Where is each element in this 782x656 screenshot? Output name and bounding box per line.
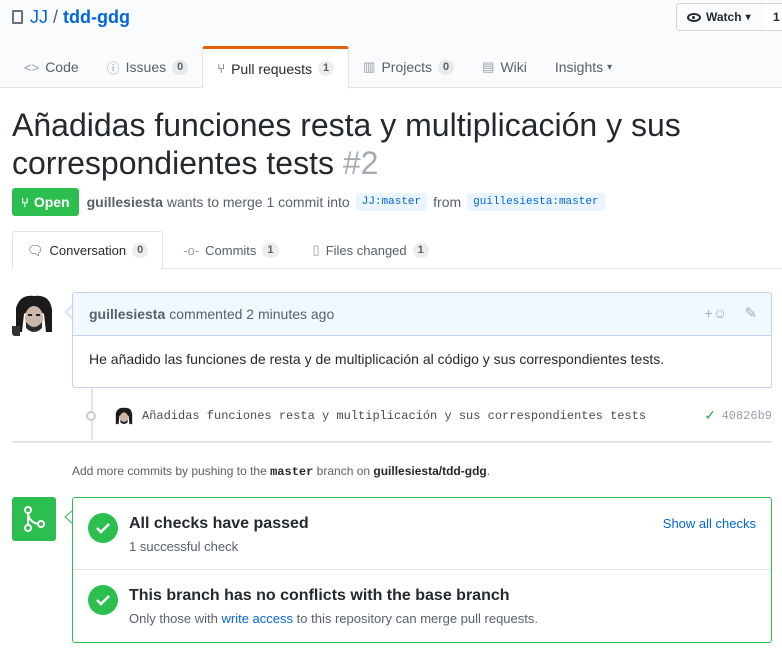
hint-middle: branch on [316,464,371,478]
tab-projects[interactable]: ▥ Projects 0 [349,46,468,88]
tab-label: Insights [554,59,604,75]
check-icon[interactable]: ✓ [704,408,716,425]
tab-label: Files changed [325,242,407,258]
comment-timestamp[interactable]: commented 2 minutes ago [169,306,334,322]
watch-button[interactable]: Watch ▾ [676,3,764,31]
commit-message-link[interactable]: Añadidas funciones resta y multiplicació… [142,409,646,423]
status-label: Open [33,194,70,210]
pr-action-text: wants to merge 1 commit into [166,194,350,210]
repo-owner-link[interactable]: JJ [30,6,48,28]
page-title: Añadidas funciones resta y multiplicació… [12,106,772,182]
git-pull-request-icon: ⑂ [217,61,226,76]
tab-label: Pull requests [231,60,313,77]
book-icon: ▤ [482,59,495,74]
repo-name-link[interactable]: tdd-gdg [63,6,130,28]
issue-icon: ⓘ [106,60,120,76]
tab-insights[interactable]: Insights ▾ [541,46,626,88]
conflicts-sub-prefix: Only those with [129,611,218,626]
git-pull-request-icon: ⑂ [21,194,29,210]
comment-box: guillesiesta commented 2 minutes ago +☺ … [72,292,772,388]
repo-header: JJ / tdd-gdg Watch ▾ 1 <> Code ⓘ Issues … [0,0,782,89]
pencil-icon[interactable]: ✎ [744,304,757,322]
repo-nav: <> Code ⓘ Issues 0 ⑂ Pull requests 1 ▥ P… [10,46,626,89]
file-diff-icon: ▯ [312,242,320,257]
tab-commits[interactable]: -o- Commits 1 [169,231,292,269]
hint-suffix: . [486,464,491,478]
checks-section: All checks have passed 1 successful chec… [73,498,771,570]
eye-icon [687,12,701,22]
divider [12,441,772,443]
commit-author-avatar[interactable] [114,406,134,426]
comment-body: He añadido las funciones de resta y de m… [89,351,665,367]
comment-author-link[interactable]: guillesiesta [89,306,165,322]
tab-label: Code [45,59,79,75]
add-reaction-icon[interactable]: +☺ [705,305,727,321]
checks-subtitle: 1 successful check [129,539,239,554]
tab-pull-requests[interactable]: ⑂ Pull requests 1 [202,46,350,89]
repo-title: JJ / tdd-gdg [12,6,130,28]
pr-author-link[interactable]: guillesiesta [87,194,163,210]
avatar-image [12,292,56,336]
check-circle-icon [88,513,118,543]
tab-counter: 1 [318,61,335,76]
tab-counter: 0 [172,59,189,75]
pr-meta: ⑂ Open guillesiesta wants to merge 1 com… [12,188,611,216]
conflicts-sub-suffix: to this repository can merge pull reques… [296,611,538,626]
pr-number: #2 [342,145,379,181]
tab-files-changed[interactable]: ▯ Files changed 1 [299,231,443,269]
tab-counter: 0 [132,243,149,258]
avatar-image [114,406,134,426]
comment-header: guillesiesta commented 2 minutes ago +☺ … [73,293,771,336]
commit-row: Añadidas funciones resta y multiplicació… [86,406,772,426]
tab-counter: 1 [262,242,279,258]
chevron-down-icon: ▾ [745,11,751,23]
avatar[interactable] [12,292,56,336]
check-glyph [96,595,110,606]
repo-book-icon [12,10,23,24]
watch-label: Watch [706,10,742,24]
tab-code[interactable]: <> Code [10,46,93,88]
status-badge: ⑂ Open [12,188,79,216]
repo-separator: / [53,7,59,27]
show-all-checks-link[interactable]: Show all checks [663,516,756,531]
tab-label: Wiki [500,59,527,75]
write-access-link[interactable]: write access [222,611,294,626]
code-icon: <> [24,59,40,75]
pr-from-text: from [433,194,462,210]
git-merge-icon [12,497,56,541]
check-circle-icon [88,585,118,615]
pr-tabs: 🗨 Conversation 0 -o- Commits 1 ▯ Files c… [12,231,782,270]
git-merge-glyph [24,506,45,532]
git-commit-icon [86,411,96,421]
project-icon: ▥ [363,59,376,74]
hint-prefix: Add more commits by pushing to the [72,464,267,478]
checks-title: All checks have passed [129,515,309,532]
push-hint: Add more commits by pushing to the maste… [72,464,490,479]
tab-label: Projects [381,59,433,75]
tab-wiki[interactable]: ▤ Wiki [468,46,541,88]
tab-label: Conversation [49,243,127,258]
head-branch-ref[interactable]: guillesiesta:master [467,193,605,211]
hint-branch: master [270,465,314,479]
tab-label: Commits [205,242,257,258]
conflicts-subtitle: Only those with write access to this rep… [129,611,538,626]
tab-counter: 0 [438,59,455,75]
commit-sha-link[interactable]: 40826b9 [722,409,772,423]
tab-issues[interactable]: ⓘ Issues 0 [93,46,203,88]
merge-box: All checks have passed 1 successful chec… [72,497,772,643]
watch-count[interactable]: 1 [763,3,782,31]
git-commit-icon: -o- [183,242,200,258]
base-branch-ref[interactable]: JJ:master [355,193,428,211]
tab-label: Issues [125,59,167,75]
hint-repo-link[interactable]: guillesiesta/tdd-gdg [373,464,486,478]
comment-discussion-icon: 🗨 [27,242,44,258]
check-glyph [96,523,110,534]
conflicts-section: This branch has no conflicts with the ba… [73,570,771,642]
conflicts-title: This branch has no conflicts with the ba… [129,587,510,604]
tab-conversation[interactable]: 🗨 Conversation 0 [12,231,164,270]
chevron-down-icon: ▾ [607,61,613,73]
tab-counter: 1 [412,242,429,258]
